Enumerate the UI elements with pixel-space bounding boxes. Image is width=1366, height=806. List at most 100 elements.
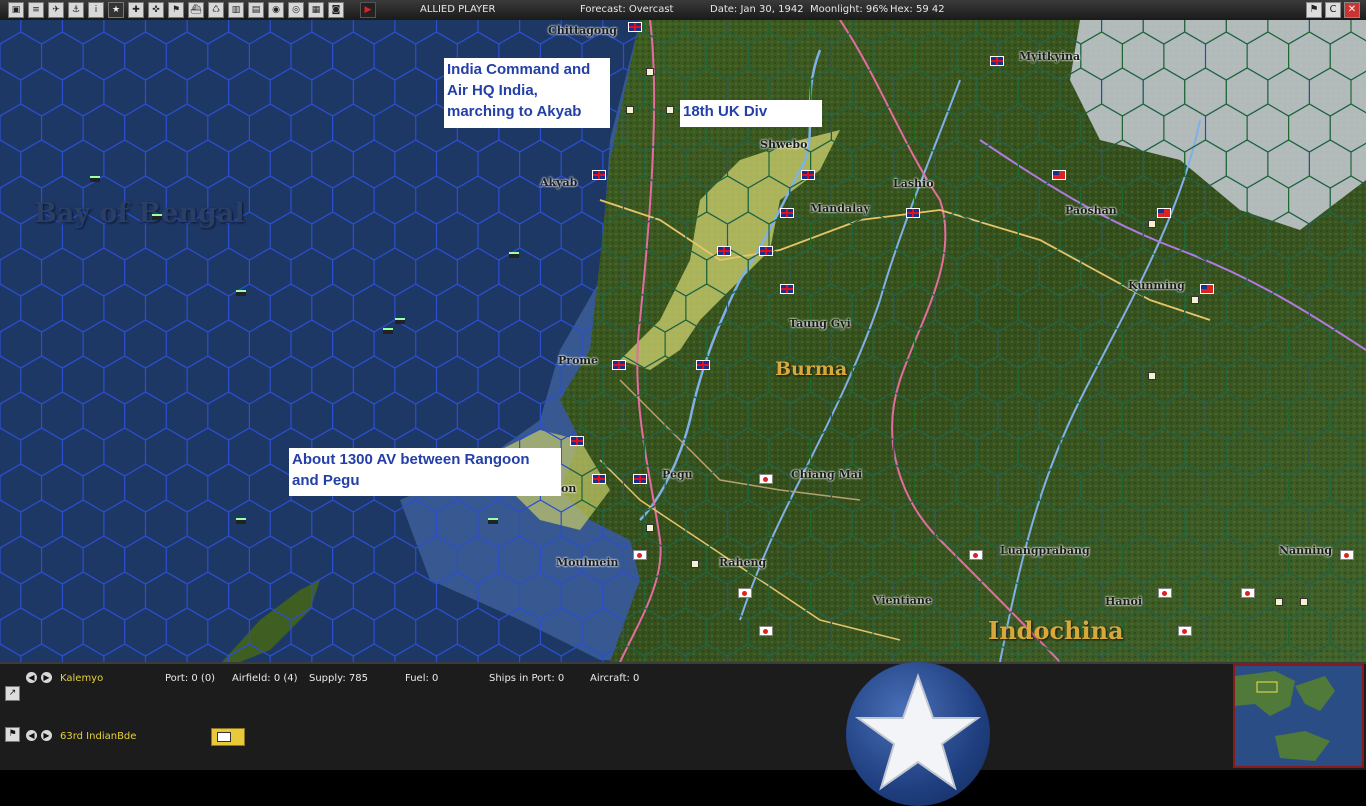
place-moulmein[interactable]: Moulmein [556,556,619,569]
ship-marker[interactable] [152,214,162,220]
place-vientiane[interactable]: Vientiane [873,594,932,607]
place-mandalay[interactable]: Mandalay [810,202,870,215]
base-marker[interactable] [626,106,634,114]
depot-icon[interactable]: ▤ [248,2,264,18]
uk-unit[interactable] [990,56,1004,66]
uk-unit[interactable] [633,474,647,484]
uk-unit[interactable] [801,170,815,180]
prev-unit-arrow-icon[interactable]: ◀ [26,730,37,741]
uk-unit[interactable] [570,436,584,446]
japan-unit[interactable] [633,550,647,560]
unit-name[interactable]: 63rd IndianBde [60,731,136,742]
place-luangprabang[interactable]: Luangprabang [1000,544,1090,557]
factory-icon[interactable]: ♺ [208,2,224,18]
uk-unit[interactable] [780,284,794,294]
airfield-info: Airfield: 0 (4) [232,673,298,684]
report-icon[interactable]: ≡ [28,2,44,18]
ship-marker[interactable] [383,328,393,334]
place-rangoon[interactable]: on [561,482,576,495]
japan-unit[interactable] [1158,588,1172,598]
place-kunming[interactable]: Kunming [1128,279,1185,292]
ships-icon[interactable]: ⛴ [188,2,204,18]
base-marker[interactable] [646,524,654,532]
japan-unit[interactable] [1178,626,1192,636]
place-pegu[interactable]: Pegu [662,468,693,481]
close-icon[interactable]: ✕ [1344,2,1360,18]
uk-unit[interactable] [592,474,606,484]
uk-unit[interactable] [612,360,626,370]
port-info: Port: 0 (0) [165,673,216,684]
base-marker[interactable] [1191,296,1199,304]
ship-marker[interactable] [395,318,405,324]
base-marker[interactable] [666,106,674,114]
place-lashio[interactable]: Lashio [893,177,934,190]
japan-unit[interactable] [759,474,773,484]
base-marker[interactable] [1275,598,1283,606]
uk-unit[interactable] [780,208,794,218]
toolbar-buttons: ▣ ≡ ✈ ⚓ i ★ ✚ ✜ ⚑ ⛴ ♺ ▥ ▤ ◉ ◎ ▦ ◙ ▶ [8,2,376,18]
ship-marker[interactable] [236,518,246,524]
victory-icon[interactable]: ★ [108,2,124,18]
place-taunggyi[interactable]: Taung Gyi [789,317,851,330]
base-marker[interactable] [691,560,699,568]
movement-icon[interactable]: ↗ [5,686,20,701]
base-marker[interactable] [1148,220,1156,228]
uk-unit[interactable] [906,208,920,218]
place-shwebo[interactable]: Shwebo [760,138,807,151]
c-button[interactable]: C [1325,2,1341,18]
uk-unit[interactable] [759,246,773,256]
lcu-icon[interactable]: ▥ [228,2,244,18]
view-icon[interactable]: ▦ [308,2,324,18]
china-unit[interactable] [1157,208,1171,218]
ship-marker[interactable] [509,252,519,258]
minimap[interactable] [1233,664,1364,768]
next-arrow-icon[interactable]: ▶ [41,672,52,683]
intel-icon[interactable]: i [88,2,104,18]
next-unit-arrow-icon[interactable]: ▶ [41,730,52,741]
base-marker[interactable] [1148,372,1156,380]
medal-icon[interactable]: ✚ [128,2,144,18]
place-raheng[interactable]: Raheng [719,556,766,569]
china-unit[interactable] [1052,170,1066,180]
air-icon[interactable]: ✈ [48,2,64,18]
ship-marker[interactable] [236,290,246,296]
place-chittagong[interactable]: Chittagong [548,24,617,37]
allied-star-emblem [846,662,990,806]
japan-unit[interactable] [969,550,983,560]
uk-unit[interactable] [592,170,606,180]
summary-icon[interactable]: ▣ [8,2,24,18]
japan-unit[interactable] [759,626,773,636]
japan-unit[interactable] [1340,550,1354,560]
uk-unit[interactable] [717,246,731,256]
prev-arrow-icon[interactable]: ◀ [26,672,37,683]
ship-marker[interactable] [488,518,498,524]
hex-map[interactable]: Chittagong Myitkyina Shwebo Akyab Lashio… [0,20,1366,662]
place-nanning[interactable]: Nanning [1279,544,1332,557]
ground-icon[interactable]: ✜ [148,2,164,18]
place-akyab[interactable]: Akyab [540,176,577,189]
naval-icon[interactable]: ⚓ [68,2,84,18]
japan-unit[interactable] [738,588,752,598]
base-marker[interactable] [646,68,654,76]
region-bay-of-bengal: Bay of Bengal [34,198,245,229]
place-myitkyina[interactable]: Myitkyina [1019,50,1080,63]
restore-icon[interactable]: ⚑ [1306,2,1322,18]
flag-icon[interactable]: ⚑ [168,2,184,18]
uk-unit[interactable] [628,22,642,32]
map-icon[interactable]: ◙ [328,2,344,18]
options-icon[interactable]: ◎ [288,2,304,18]
ship-marker[interactable] [90,176,100,182]
uk-unit[interactable] [696,360,710,370]
flag-icon[interactable]: ⚑ [5,727,20,742]
unit-counter-icon[interactable] [211,728,245,746]
place-chiangmai[interactable]: Chiang Mai [791,468,862,481]
end-turn-icon[interactable]: ▶ [360,2,376,18]
place-hanoi[interactable]: Hanoi [1105,595,1142,608]
globe-icon[interactable]: ◉ [268,2,284,18]
china-unit[interactable] [1200,284,1214,294]
base-marker[interactable] [1300,598,1308,606]
japan-unit[interactable] [1241,588,1255,598]
place-prome[interactable]: Prome [558,354,598,367]
place-paoshan[interactable]: Paoshan [1065,204,1117,217]
location-name[interactable]: Kalemyo [60,673,103,684]
